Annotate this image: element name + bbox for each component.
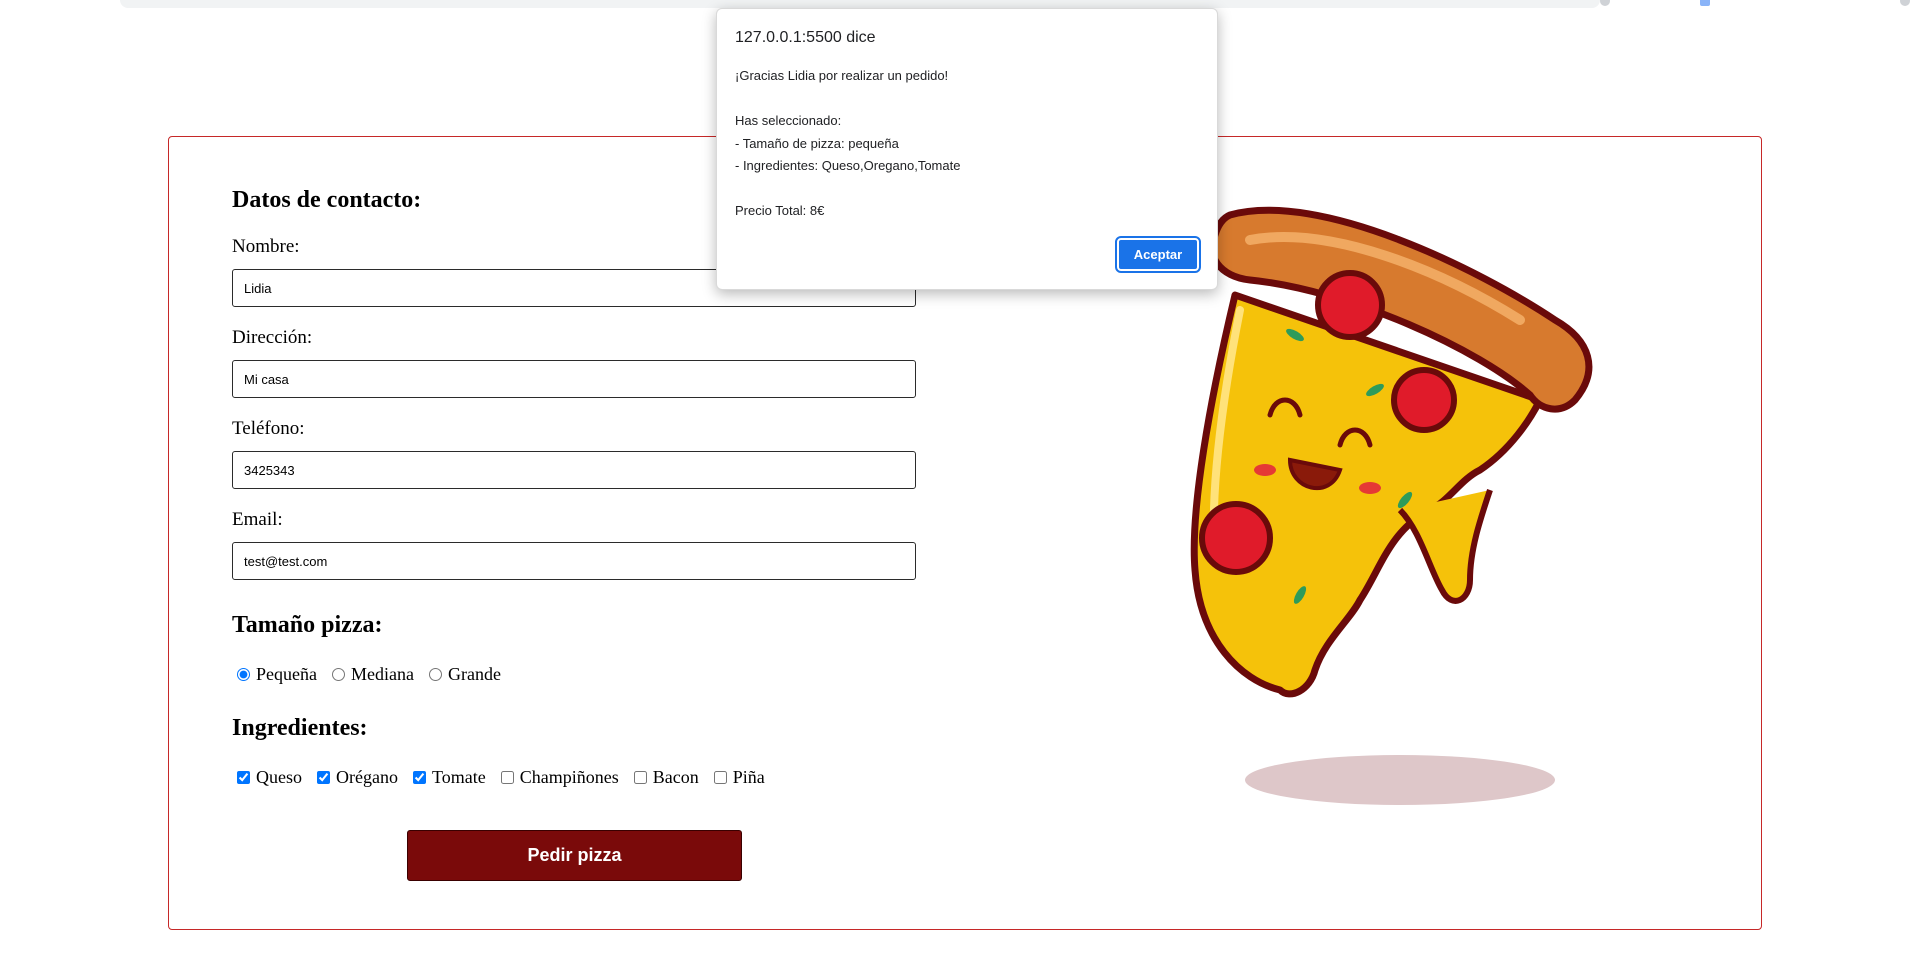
ingredient-option-pineapple[interactable]: Piña bbox=[709, 767, 765, 788]
phone-label: Teléfono: bbox=[232, 418, 305, 439]
dialog-line: - Tamaño de pizza: pequeña bbox=[735, 135, 899, 151]
ingredient-checkbox-bacon[interactable] bbox=[633, 771, 647, 784]
ingredient-checkbox-cheese[interactable] bbox=[237, 771, 250, 784]
size-label-large: Grande bbox=[447, 664, 501, 684]
profile-icon[interactable] bbox=[1700, 0, 1710, 6]
dialog-message: ¡Gracias Lidia por realizar un pedido! H… bbox=[735, 65, 960, 223]
alert-dialog: 127.0.0.1:5500 dice ¡Gracias Lidia por r… bbox=[716, 8, 1218, 290]
dialog-title: 127.0.0.1:5500 dice bbox=[735, 29, 876, 46]
pepperoni bbox=[1315, 270, 1385, 340]
ingredient-label-bacon: Bacon bbox=[652, 767, 699, 787]
avatar[interactable] bbox=[1900, 0, 1910, 6]
pepperoni bbox=[1199, 501, 1273, 575]
ingredient-option-oregano[interactable]: Orégano bbox=[312, 767, 398, 788]
dialog-line: - Ingredientes: Queso,Oregano,Tomate bbox=[735, 158, 961, 173]
ingredient-label-pineapple: Piña bbox=[732, 767, 765, 787]
order-pizza-button[interactable]: Pedir pizza bbox=[407, 830, 742, 881]
ingredient-checkbox-tomato[interactable] bbox=[412, 771, 426, 784]
extension-icon[interactable] bbox=[1600, 0, 1610, 6]
size-options: Pequeña Mediana Grande bbox=[232, 664, 922, 685]
email-input[interactable] bbox=[232, 542, 916, 580]
size-title: Tamaño pizza: bbox=[232, 612, 383, 638]
pizza-cheek bbox=[1254, 464, 1276, 476]
dialog-line bbox=[735, 88, 960, 111]
size-option-small[interactable]: Pequeña bbox=[232, 664, 317, 685]
pizza-illustration bbox=[1190, 206, 1593, 805]
dialog-line: ¡Gracias Lidia por realizar un pedido! bbox=[735, 68, 949, 83]
ingredient-checkbox-oregano[interactable] bbox=[317, 771, 330, 784]
ingredient-option-cheese[interactable]: Queso bbox=[232, 767, 302, 788]
ingredient-label-cheese: Queso bbox=[256, 767, 302, 787]
size-label-small: Pequeña bbox=[256, 664, 317, 684]
size-label-medium: Mediana bbox=[350, 664, 414, 684]
ingredient-checkbox-mushrooms[interactable] bbox=[500, 771, 514, 784]
dialog-line: Precio Total: 8€ bbox=[735, 203, 825, 218]
size-option-medium[interactable]: Mediana bbox=[327, 664, 414, 685]
ingredient-option-mushrooms[interactable]: Champiñones bbox=[496, 767, 619, 788]
email-label: Email: bbox=[232, 509, 283, 530]
order-form: Datos de contacto: Nombre: Dirección: Te… bbox=[232, 187, 922, 881]
browser-toolbar-icons bbox=[1590, 0, 1920, 8]
size-radio-large[interactable] bbox=[428, 668, 442, 681]
ingredient-label-mushrooms: Champiñones bbox=[519, 767, 619, 787]
dialog-line: Has seleccionado: bbox=[735, 113, 842, 128]
ingredient-label-oregano: Orégano bbox=[336, 767, 398, 787]
size-radio-small[interactable] bbox=[237, 668, 250, 681]
pizza-shadow bbox=[1245, 755, 1555, 805]
size-radio-medium[interactable] bbox=[331, 668, 345, 681]
address-input[interactable] bbox=[232, 360, 916, 398]
dialog-line bbox=[735, 178, 960, 201]
size-option-large[interactable]: Grande bbox=[424, 664, 501, 685]
ingredient-checkbox-pineapple[interactable] bbox=[713, 771, 727, 784]
ingredient-options: Queso Orégano Tomate Champiñones Bacon P… bbox=[232, 767, 922, 788]
ingredients-title: Ingredientes: bbox=[232, 715, 368, 741]
pepperoni bbox=[1391, 367, 1457, 433]
pizza-cheek bbox=[1359, 482, 1381, 494]
ingredient-option-tomato[interactable]: Tomate bbox=[408, 767, 486, 788]
address-label: Dirección: bbox=[232, 327, 313, 348]
ingredient-option-bacon[interactable]: Bacon bbox=[629, 767, 699, 788]
ingredient-label-tomato: Tomate bbox=[431, 767, 486, 787]
browser-toolbar bbox=[120, 0, 1600, 8]
phone-input[interactable] bbox=[232, 451, 916, 489]
accept-button[interactable]: Aceptar bbox=[1115, 236, 1201, 273]
